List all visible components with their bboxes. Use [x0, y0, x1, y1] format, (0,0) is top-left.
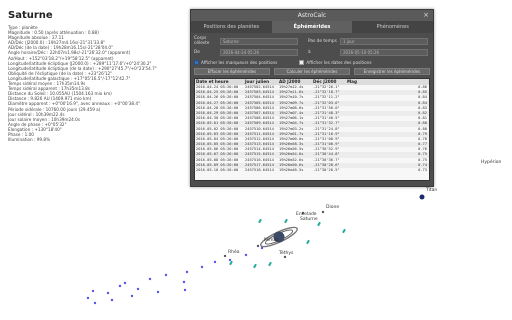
ephemeris-marker[interactable]: [156, 290, 160, 294]
ephemeris-marker[interactable]: [110, 298, 114, 302]
ephemeris-marker[interactable]: [93, 301, 97, 305]
show-markers-label: Afficher les marqueurs des positions: [201, 59, 278, 65]
mimas-marker[interactable]: [256, 244, 260, 248]
object-title: Saturne: [8, 10, 53, 21]
tab-ephemeris[interactable]: Éphémérides: [271, 21, 353, 33]
moon-trail-markers: [229, 218, 346, 269]
celestial-body-select[interactable]: Saturne: [220, 37, 298, 45]
table-cell: [347, 168, 367, 173]
ephemeris-trail: [86, 246, 264, 305]
dialog-tabs: Positions des planètes Éphémérides Phéno…: [191, 21, 433, 33]
astrocalc-dialog[interactable]: AstroCalc × Positions des planètes Éphém…: [190, 9, 434, 187]
compute-ephemeris-button[interactable]: Calculer les éphémérides: [274, 68, 350, 75]
show-dates-label: Afficher les dates des positions: [306, 59, 372, 65]
ephemeris-marker[interactable]: [213, 260, 217, 264]
rhea-label: Rhéa: [228, 250, 240, 255]
ephemeris-marker[interactable]: [185, 270, 189, 274]
clear-ephemeris-button[interactable]: Effacer les éphémérides: [194, 68, 270, 75]
close-icon[interactable]: ×: [423, 10, 429, 21]
ephemeris-marker[interactable]: [123, 281, 127, 285]
dialog-title: AstroCalc: [297, 12, 327, 19]
ephemeris-table[interactable]: Date et heure Jour julien AD J2000 Déc J…: [194, 78, 430, 181]
ephemeris-marker[interactable]: [130, 294, 134, 298]
ephemeris-marker[interactable]: [118, 284, 122, 288]
time-step-label: Pas de temps: [308, 38, 337, 44]
show-dates-checkbox[interactable]: Afficher les dates des positions: [299, 59, 372, 65]
info-line: Illumination : 99.8%: [8, 137, 51, 143]
ephemeris-marker[interactable]: [86, 296, 90, 300]
from-date-input[interactable]: 2016-04-24 05:26: [220, 48, 298, 56]
saturn-label: Saturne: [300, 217, 318, 222]
dione-marker[interactable]: [321, 210, 325, 214]
to-date-label: à: [308, 49, 311, 55]
saturn-planet[interactable]: [259, 224, 299, 250]
tethys-label: Téthys: [279, 251, 294, 256]
mimas-label: Mimas: [264, 238, 279, 243]
ephemeris-marker[interactable]: [148, 277, 152, 281]
ephemeris-marker[interactable]: [182, 280, 186, 284]
table-cell: 19h26m48.5s: [279, 168, 304, 172]
ephemeris-marker[interactable]: [244, 253, 248, 257]
table-row[interactable]: 2016-05-10 05:26:00 2457518.64514 19h26m48…: [195, 168, 429, 173]
from-date-label: De: [194, 49, 200, 55]
object-info-panel: Saturne Type : planète Magnitude : 0.50 (…: [8, 10, 193, 142]
table-cell: 0.73: [418, 168, 427, 172]
dialog-titlebar[interactable]: AstroCalc ×: [191, 10, 433, 21]
table-cell: 2457518.64514: [245, 168, 274, 172]
ephemeris-marker[interactable]: [164, 273, 168, 277]
save-ephemeris-button[interactable]: Enregistrer les éphémérides: [354, 68, 430, 75]
table-cell: -21°30'20.5": [313, 168, 340, 172]
object-info-lines: Type : planète Magnitude : 0.50 (après at…: [8, 25, 193, 142]
to-date-input[interactable]: 2016-05-10 05:26: [340, 48, 428, 56]
titan-marker[interactable]: [419, 194, 425, 200]
tethys-marker[interactable]: [283, 255, 287, 259]
titan-label: Titan: [426, 188, 438, 193]
table-body: 2016-04-24 05:26:00 2457502.64514 19h27m12…: [195, 85, 429, 173]
tab-phenomena[interactable]: Phénomènes: [352, 21, 433, 33]
show-markers-checkbox[interactable]: Afficher les marqueurs des positions: [194, 59, 278, 65]
dione-label: Dione: [326, 205, 340, 210]
ephemeris-marker[interactable]: [91, 289, 95, 293]
time-step-select[interactable]: 1 jour: [340, 37, 428, 45]
rhea-marker[interactable]: [223, 254, 227, 258]
tab-planet-positions[interactable]: Positions des planètes: [191, 21, 272, 33]
checkbox-unchecked-icon: [299, 59, 305, 65]
ephemeris-marker[interactable]: [136, 287, 140, 291]
checkbox-checked-icon: [194, 59, 199, 65]
ephemeris-marker[interactable]: [228, 258, 232, 262]
table-cell: 2016-05-10 05:26:00: [196, 168, 239, 172]
ephemeris-marker[interactable]: [106, 291, 110, 295]
celestial-body-label: Corps céleste: [194, 36, 210, 46]
ephemeris-marker[interactable]: [183, 288, 187, 292]
hyperion-label: Hypérion: [481, 160, 502, 165]
ephemeris-marker[interactable]: [200, 265, 204, 269]
